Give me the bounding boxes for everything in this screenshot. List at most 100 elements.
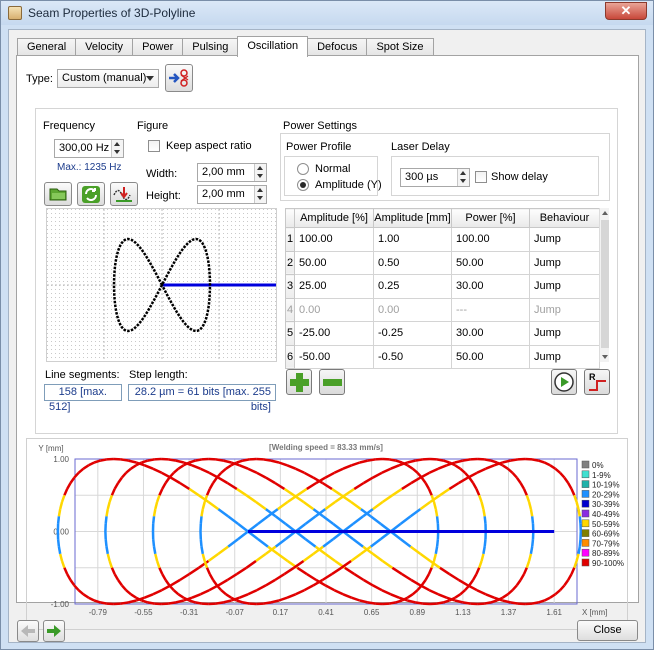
amplitude-radio[interactable]	[297, 179, 309, 191]
seam-trace-segment	[428, 589, 439, 596]
ramp-button[interactable]: R	[584, 369, 610, 395]
table-row[interactable]: 2 50.00 0.50 50.00 Jump	[285, 250, 600, 275]
cell-behaviour[interactable]: Jump	[529, 297, 600, 322]
figure-preview-canvas	[47, 209, 276, 361]
cell-power[interactable]: 50.00	[451, 344, 530, 369]
seam-trace-segment	[77, 589, 85, 596]
seam-trace-segment	[303, 471, 314, 479]
cell-amplitude-pct[interactable]: 0.00	[294, 297, 374, 322]
table-row[interactable]: 3 25.00 0.25 30.00 Jump	[285, 274, 600, 299]
legend-label: 60-69%	[592, 530, 620, 539]
tab-defocus[interactable]: Defocus	[307, 38, 368, 56]
seam-trace-segment	[296, 566, 308, 576]
seam-trace-segment	[286, 593, 297, 599]
show-delay-checkbox[interactable]	[475, 171, 487, 183]
table-scrollbar[interactable]	[599, 208, 609, 362]
seam-trace-segment	[277, 500, 289, 511]
cell-amplitude-pct[interactable]: -50.00	[294, 344, 374, 369]
forward-button[interactable]	[43, 620, 65, 642]
cell-amplitude-mm[interactable]: 0.25	[373, 274, 452, 299]
tab-power[interactable]: Power	[132, 38, 184, 56]
add-row-button[interactable]	[286, 369, 312, 395]
seam-trace-segment	[170, 476, 181, 485]
seam-trace-segment	[274, 481, 286, 490]
width-input[interactable]: 2,00 mm	[197, 163, 267, 182]
cell-behaviour[interactable]: Jump	[529, 250, 600, 275]
tab-pulsing[interactable]: Pulsing	[182, 38, 239, 56]
col-amplitude-mm[interactable]: Amplitude [mm]	[373, 208, 452, 228]
spin-arrows-icon[interactable]	[254, 186, 266, 203]
folder-open-button[interactable]	[44, 182, 72, 206]
seam-trace-segment	[69, 476, 76, 484]
spin-arrows-icon[interactable]	[457, 169, 469, 186]
cell-power[interactable]: 100.00	[451, 227, 530, 252]
seam-trace-segment	[454, 459, 464, 464]
seam-trace-segment	[225, 593, 232, 599]
cell-power[interactable]: ---	[451, 297, 530, 322]
cell-power[interactable]: 50.00	[451, 250, 530, 275]
seam-trace-segment	[242, 458, 250, 462]
seam-trace-segment	[82, 593, 90, 599]
cell-behaviour[interactable]: Jump	[529, 321, 600, 346]
seam-trace-segment	[510, 601, 519, 605]
remove-row-button[interactable]	[319, 369, 345, 395]
normal-radio[interactable]	[297, 163, 309, 175]
seam-trace-segment	[391, 566, 403, 576]
cell-behaviour[interactable]: Jump	[529, 227, 600, 252]
cell-amplitude-mm[interactable]: 0.50	[373, 250, 452, 275]
tab-velocity[interactable]: Velocity	[75, 38, 134, 56]
refresh-button[interactable]	[77, 182, 105, 206]
type-select[interactable]: Custom (manual)	[57, 69, 159, 88]
col-behaviour[interactable]: Behaviour	[529, 208, 600, 228]
cell-behaviour[interactable]: Jump	[529, 344, 600, 369]
spin-arrows-icon[interactable]	[111, 140, 123, 157]
height-input[interactable]: 2,00 mm	[197, 185, 267, 204]
table-row[interactable]: 6 -50.00 -0.50 50.00 Jump	[285, 344, 600, 369]
back-button[interactable]	[17, 620, 39, 642]
spin-arrows-icon[interactable]	[254, 164, 266, 181]
seam-trace-segment	[454, 599, 464, 604]
seam-trace-segment	[351, 596, 361, 602]
laser-delay-input[interactable]: 300 µs	[400, 168, 470, 187]
table-row[interactable]: 1 100.00 1.00 100.00 Jump	[285, 227, 600, 252]
oscillation-page: Type: Custom (manual) Frequency 300,00 H…	[16, 55, 639, 630]
cell-amplitude-pct[interactable]: -25.00	[294, 321, 374, 346]
col-amplitude-pct[interactable]: Amplitude [%]	[294, 208, 374, 228]
seam-trace-segment	[247, 589, 258, 596]
cell-amplitude-pct[interactable]: 50.00	[294, 250, 374, 275]
oscillation-preset-button[interactable]	[165, 64, 193, 92]
seam-trace-segment	[407, 459, 416, 464]
seam-trace-segment	[154, 553, 159, 562]
tab-oscillation[interactable]: Oscillation	[237, 36, 309, 57]
seam-trace-segment	[113, 482, 120, 490]
close-button[interactable]: Close	[577, 620, 638, 641]
col-power[interactable]: Power [%]	[451, 208, 530, 228]
window-close-button[interactable]: ✕	[605, 2, 647, 20]
seam-trace-segment	[475, 567, 481, 575]
keep-aspect-checkbox[interactable]	[148, 140, 160, 152]
seam-trace-segment	[158, 488, 164, 496]
seam-trace-segment	[480, 501, 485, 510]
wave-settings-button[interactable]	[110, 182, 138, 206]
cell-amplitude-pct[interactable]: 25.00	[294, 274, 374, 299]
cell-amplitude-pct[interactable]: 100.00	[294, 227, 374, 252]
seam-trace-segment	[483, 538, 487, 547]
cell-amplitude-mm[interactable]: 0.00	[373, 297, 452, 322]
seam-trace-segment	[480, 553, 485, 562]
seam-trace-segment	[490, 459, 498, 464]
cell-power[interactable]: 30.00	[451, 274, 530, 299]
seam-trace-segment	[179, 481, 190, 490]
cell-amplitude-mm[interactable]: -0.25	[373, 321, 452, 346]
tab-spot-size[interactable]: Spot Size	[366, 38, 434, 56]
cell-behaviour[interactable]: Jump	[529, 274, 600, 299]
cell-amplitude-mm[interactable]: 1.00	[373, 227, 452, 252]
seam-trace-segment	[125, 467, 132, 474]
play-button[interactable]	[551, 369, 577, 395]
cell-power[interactable]: 30.00	[451, 321, 530, 346]
seam-trace-segment	[527, 553, 533, 562]
table-row[interactable]: 4 0.00 0.00 --- Jump	[285, 297, 600, 322]
frequency-input[interactable]: 300,00 Hz	[54, 139, 124, 158]
table-row[interactable]: 5 -25.00 -0.25 30.00 Jump	[285, 321, 600, 346]
cell-amplitude-mm[interactable]: -0.50	[373, 344, 452, 369]
tab-general[interactable]: General	[17, 38, 77, 56]
